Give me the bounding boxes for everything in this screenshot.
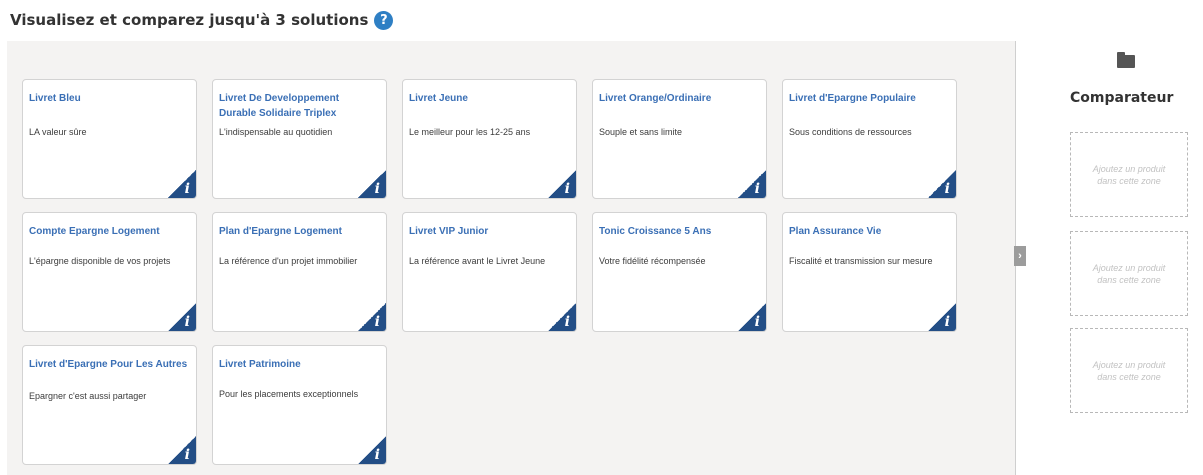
product-grid: Livret Bleu LA valeur sûre i Livret De D…: [7, 41, 1016, 475]
drop-zone-hint: Ajoutez un produit dans cette zone: [1092, 359, 1166, 382]
product-title: Livret d'Epargne Populaire: [789, 93, 916, 104]
product-card-livret-patrimoine[interactable]: Livret Patrimoine Pour les placements ex…: [212, 345, 387, 465]
product-card-pel[interactable]: Plan d'Epargne Logement La référence d'u…: [212, 212, 387, 332]
product-description: Pour les placements exceptionnels: [219, 389, 359, 399]
info-icon[interactable]: i: [358, 303, 386, 331]
product-card-cel[interactable]: Compte Epargne Logement L'épargne dispon…: [22, 212, 197, 332]
info-icon[interactable]: i: [738, 170, 766, 198]
info-icon[interactable]: i: [168, 303, 196, 331]
help-icon[interactable]: ?: [374, 10, 394, 30]
product-card-tonic-croissance[interactable]: Tonic Croissance 5 Ans Votre fidélité ré…: [592, 212, 767, 332]
sidebar-toggle-handle[interactable]: ›: [1014, 246, 1026, 266]
page-title: Visualisez et comparez jusqu'à 3 solutio…: [10, 11, 369, 29]
comparator-sidebar: Comparateur Ajoutez un produit dans cett…: [1058, 41, 1200, 475]
info-icon[interactable]: i: [358, 436, 386, 464]
product-card-livret-bleu[interactable]: Livret Bleu LA valeur sûre i: [22, 79, 197, 199]
comparator-drop-zone[interactable]: Ajoutez un produit dans cette zone: [1070, 328, 1188, 413]
drop-zone-hint: Ajoutez un produit dans cette zone: [1092, 262, 1166, 285]
product-description: L'indispensable au quotidien: [219, 127, 333, 137]
product-title: Plan d'Epargne Logement: [219, 226, 342, 237]
info-icon[interactable]: i: [738, 303, 766, 331]
product-title: Livret Bleu: [29, 93, 81, 104]
product-description: La référence d'un projet immobilier: [219, 256, 358, 266]
product-title: Plan Assurance Vie: [789, 226, 882, 237]
folder-icon: [1117, 52, 1135, 68]
product-card-ldds-triplex[interactable]: Livret De Developpement Durable Solidair…: [212, 79, 387, 199]
product-title: Livret Orange/Ordinaire: [599, 93, 712, 104]
product-description: Sous conditions de ressources: [789, 127, 912, 137]
comparator-drop-zone[interactable]: Ajoutez un produit dans cette zone: [1070, 132, 1188, 217]
product-title: Livret De Developpement Durable Solidair…: [219, 93, 340, 119]
product-title: Livret Patrimoine: [219, 359, 301, 370]
product-card-lep[interactable]: Livret d'Epargne Populaire Sous conditio…: [782, 79, 957, 199]
product-description: Epargner c'est aussi partager: [29, 391, 147, 401]
product-card-livret-epargne-autres[interactable]: Livret d'Epargne Pour Les Autres Epargne…: [22, 345, 197, 465]
product-title: Livret Jeune: [409, 93, 468, 104]
product-card-livret-orange[interactable]: Livret Orange/Ordinaire Souple et sans l…: [592, 79, 767, 199]
info-icon[interactable]: i: [928, 170, 956, 198]
product-title: Livret d'Epargne Pour Les Autres: [29, 359, 188, 370]
product-card-livret-vip-junior[interactable]: Livret VIP Junior La référence avant le …: [402, 212, 577, 332]
info-icon[interactable]: i: [168, 170, 196, 198]
info-icon[interactable]: i: [928, 303, 956, 331]
page-header: Visualisez et comparez jusqu'à 3 solutio…: [10, 9, 394, 31]
drop-zone-hint: Ajoutez un produit dans cette zone: [1092, 163, 1166, 186]
product-description: Souple et sans limite: [599, 127, 683, 137]
product-description: LA valeur sûre: [29, 127, 87, 137]
product-description: Votre fidélité récompensée: [599, 256, 706, 266]
product-title: Tonic Croissance 5 Ans: [599, 226, 712, 237]
product-card-livret-jeune[interactable]: Livret Jeune Le meilleur pour les 12-25 …: [402, 79, 577, 199]
product-title: Compte Epargne Logement: [29, 226, 160, 237]
product-description: Le meilleur pour les 12-25 ans: [409, 127, 531, 137]
product-title: Livret VIP Junior: [409, 226, 489, 237]
comparator-title: Comparateur: [1070, 90, 1174, 106]
product-description: La référence avant le Livret Jeune: [409, 256, 546, 266]
info-icon[interactable]: i: [168, 436, 196, 464]
product-card-plan-assurance-vie[interactable]: Plan Assurance Vie Fiscalité et transmis…: [782, 212, 957, 332]
info-icon[interactable]: i: [548, 170, 576, 198]
info-icon[interactable]: i: [548, 303, 576, 331]
info-icon[interactable]: i: [358, 170, 386, 198]
product-description: Fiscalité et transmission sur mesure: [789, 256, 933, 266]
product-description: L'épargne disponible de vos projets: [29, 256, 171, 266]
comparator-drop-zone[interactable]: Ajoutez un produit dans cette zone: [1070, 231, 1188, 316]
